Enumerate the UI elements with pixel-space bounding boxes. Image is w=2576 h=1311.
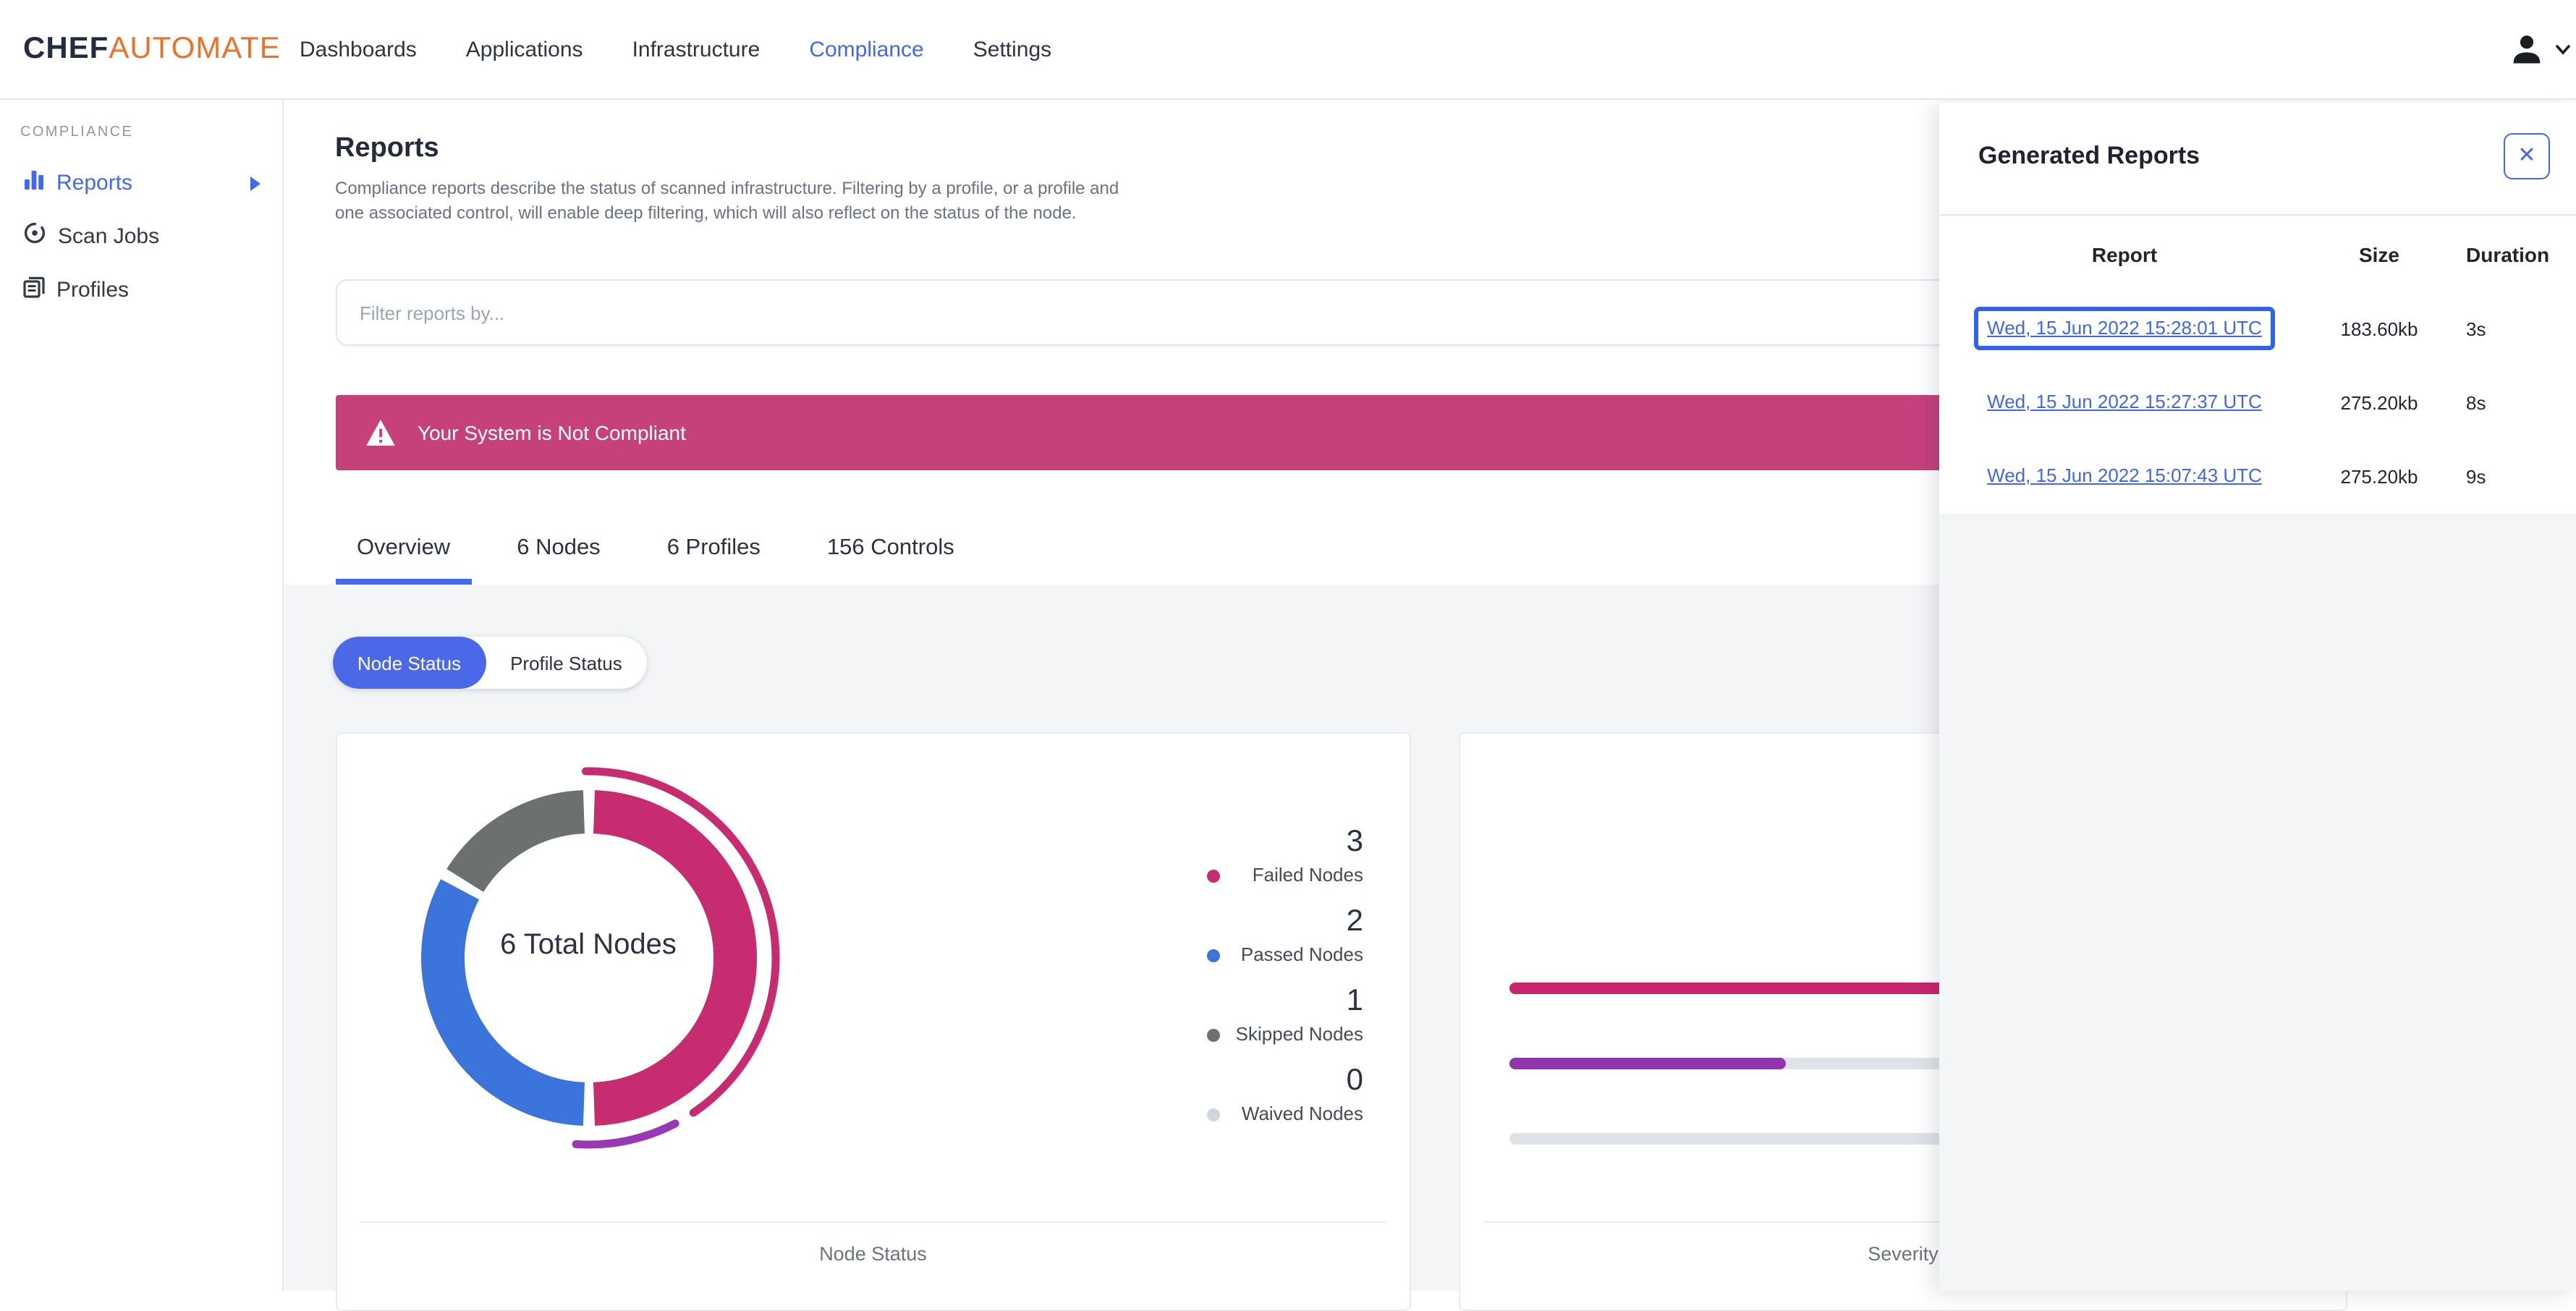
tab-overview[interactable]: Overview: [335, 518, 473, 585]
sidebar-item-label: Scan Jobs: [58, 224, 160, 249]
submenu-arrow-icon: [250, 176, 260, 190]
panel-title: Generated Reports: [1978, 141, 2200, 169]
sidebar-item-scan-jobs[interactable]: Scan Jobs: [0, 210, 282, 263]
app-root: Reports Compliance reports describe the …: [0, 0, 2576, 1311]
legend-dot-icon: [1207, 869, 1220, 882]
node-status-caption: Node Status: [819, 1243, 927, 1265]
card-divider: [360, 1221, 1386, 1223]
tab-6-nodes[interactable]: 6 Nodes: [495, 518, 622, 585]
compliance-sidebar: COMPLIANCE Reports Scan Jobs Profiles: [0, 98, 284, 1290]
node-status-card: 6 Total Nodes 3 Failed Nodes 2 Passed Nodes…: [335, 732, 1411, 1311]
legend-count: 0: [1346, 1064, 1363, 1097]
donut-segment-skipped-nodes: [446, 790, 585, 893]
report-link-box: Wed, 15 Jun 2022 15:07:43 UTC: [1974, 454, 2275, 498]
legend-dot-icon: [1207, 949, 1220, 962]
report-tabs: Overview 6 Nodes 6 Profiles 156 Controls: [335, 518, 999, 585]
warning-triangle-icon: [365, 420, 394, 446]
table-row: Wed, 15 Jun 2022 15:27:37 UTC 275.20kb 8s: [1939, 365, 2576, 439]
legend-count: 3: [1346, 825, 1363, 858]
tab-6-profiles[interactable]: 6 Profiles: [645, 518, 782, 585]
legend-item-passed-nodes: 2 Passed Nodes: [900, 901, 1363, 968]
bar-chart-icon: [23, 169, 45, 198]
status-toggle: Node Status Profile Status: [333, 637, 647, 689]
legend-count: 1: [1346, 984, 1363, 1017]
sidebar-item-reports[interactable]: Reports: [0, 156, 282, 210]
reports-table-header: Report Size Duration: [1939, 235, 2576, 274]
report-link-box: Wed, 15 Jun 2022 15:27:37 UTC: [1974, 381, 2275, 424]
node-status-legend: 3 Failed Nodes 2 Passed Nodes 1 Skipped Nodes…: [900, 822, 1363, 1140]
column-header-size: Size: [2358, 243, 2399, 266]
legend-count: 2: [1346, 904, 1363, 938]
generated-reports-panel: Generated Reports ✕ Report Size Duration…: [1939, 102, 2576, 1290]
legend-dot-icon: [1207, 1028, 1220, 1041]
legend-dot-icon: [1207, 1108, 1220, 1121]
donut-center-label: 6 Total Nodes: [500, 929, 677, 961]
user-icon: [2513, 35, 2541, 64]
toggle-node-status[interactable]: Node Status: [333, 637, 486, 689]
tab-156-controls[interactable]: 156 Controls: [805, 518, 976, 585]
donut-segment-passed-nodes: [420, 879, 585, 1126]
column-header-report: Report: [2091, 243, 2158, 266]
scan-target-icon: [23, 221, 46, 252]
report-duration: 3s: [2466, 318, 2486, 339]
chevron-down-icon: [2556, 45, 2570, 55]
legend-label: Failed Nodes: [1252, 864, 1363, 886]
report-size: 183.60kb: [2340, 318, 2418, 339]
panel-divider: [1939, 213, 2576, 215]
report-download-link[interactable]: Wed, 15 Jun 2022 15:27:37 UTC: [1987, 391, 2262, 412]
report-size: 275.20kb: [2340, 465, 2418, 487]
legend-item-failed-nodes: 3 Failed Nodes: [900, 822, 1363, 888]
page-title: Reports: [335, 133, 439, 164]
chef-automate-logo: CHEF AUTOMATE: [23, 0, 281, 98]
nav-item-applications[interactable]: Applications: [466, 37, 583, 61]
report-download-link[interactable]: Wed, 15 Jun 2022 15:07:43 UTC: [1987, 464, 2262, 486]
selected-report-link-box: Wed, 15 Jun 2022 15:28:01 UTC: [1974, 307, 2275, 350]
close-icon[interactable]: ✕: [2504, 132, 2550, 179]
report-duration: 8s: [2466, 391, 2486, 413]
legend-item-waived-nodes: 0 Waived Nodes: [900, 1061, 1363, 1127]
sidebar-item-profiles[interactable]: Profiles: [0, 263, 282, 317]
sidebar-item-label: Reports: [56, 171, 133, 195]
legend-label: Skipped Nodes: [1235, 1023, 1363, 1045]
user-menu[interactable]: [2508, 0, 2572, 98]
nav-item-settings[interactable]: Settings: [973, 37, 1051, 61]
top-header: CHEF AUTOMATE Dashboards Applications Infra…: [0, 0, 2576, 100]
legend-item-skipped-nodes: 1 Skipped Nodes: [900, 981, 1363, 1048]
nav-item-dashboards[interactable]: Dashboards: [300, 37, 417, 61]
brand-chef: CHEF: [23, 32, 109, 65]
profiles-icon: [23, 276, 45, 305]
sidebar-item-label: Profiles: [56, 278, 130, 302]
report-download-link[interactable]: Wed, 15 Jun 2022 15:28:01 UTC: [1987, 317, 2262, 339]
column-header-duration: Duration: [2466, 243, 2550, 266]
page-description: Compliance reports describe the status o…: [335, 178, 1119, 223]
generated-reports-table-area: Generated Reports ✕ Report Size Duration…: [1939, 102, 2576, 513]
legend-label: Passed Nodes: [1240, 943, 1363, 965]
severity-bar-fill-1: [1509, 1058, 1786, 1069]
alert-text: Your System is Not Compliant: [418, 421, 686, 444]
sidebar-section-label: COMPLIANCE: [20, 124, 134, 140]
reports-table-rows: Wed, 15 Jun 2022 15:28:01 UTC 183.60kb 3s W…: [1939, 292, 2576, 513]
report-duration: 9s: [2466, 465, 2486, 487]
toggle-profile-status[interactable]: Profile Status: [486, 637, 647, 689]
sidebar-items: Reports Scan Jobs Profiles: [0, 156, 282, 317]
donut-outer-arc-1: [571, 1119, 679, 1149]
brand-automate: AUTOMATE: [109, 32, 281, 65]
legend-label: Waived Nodes: [1241, 1103, 1363, 1124]
nav-item-compliance[interactable]: Compliance: [809, 37, 923, 61]
nav-item-infrastructure[interactable]: Infrastructure: [632, 37, 760, 61]
table-row: Wed, 15 Jun 2022 15:28:01 UTC 183.60kb 3s: [1939, 292, 2576, 365]
top-navigation: Dashboards Applications Infrastructure Comp…: [300, 0, 1051, 98]
table-row: Wed, 15 Jun 2022 15:07:43 UTC 275.20kb 9s: [1939, 439, 2576, 513]
report-size: 275.20kb: [2340, 391, 2418, 413]
